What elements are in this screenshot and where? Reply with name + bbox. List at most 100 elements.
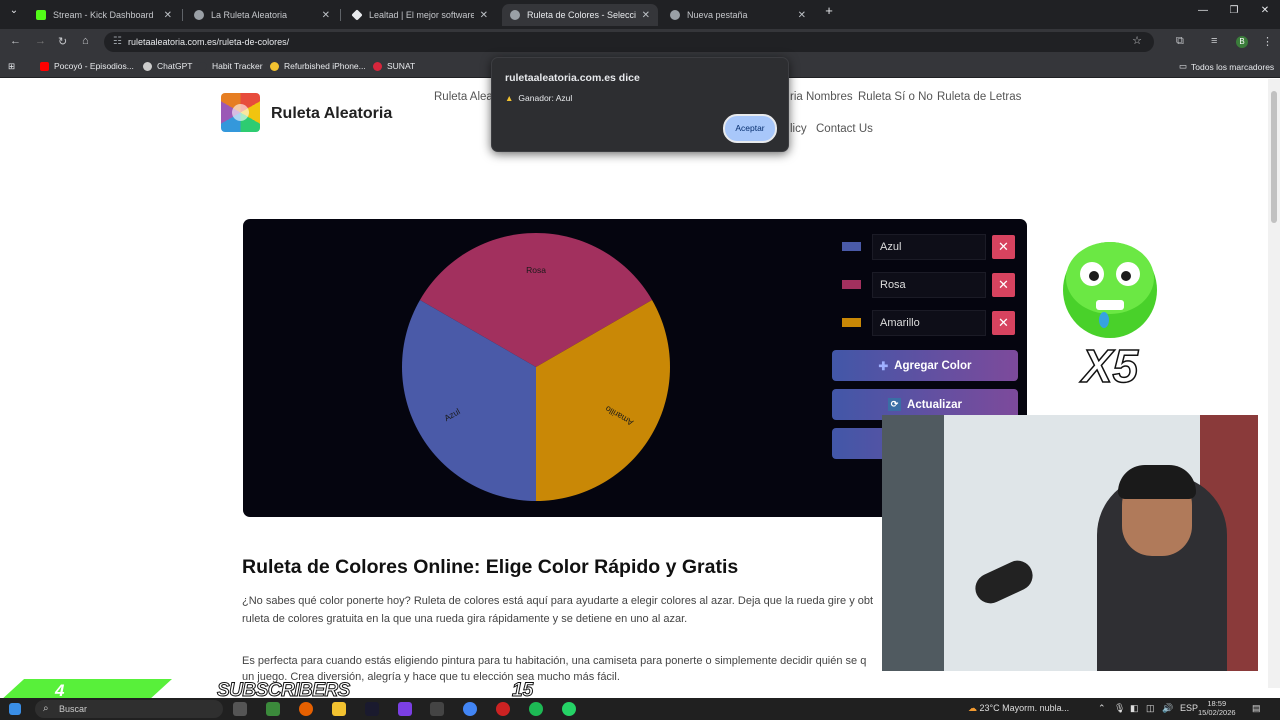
maximize-button[interactable]: ❐ — [1222, 5, 1246, 16]
tray-chevron-icon[interactable]: ⌃ — [1098, 703, 1106, 714]
color-name-input[interactable] — [872, 272, 986, 298]
nav-link-policy[interactable]: licy — [790, 123, 807, 135]
home-icon[interactable]: ⌂ — [82, 35, 89, 47]
nav-link-ruleta-si-no[interactable]: Ruleta Sí o No — [858, 91, 933, 103]
tab-lealtad[interactable]: Lealtad | El mejor software par ✕ — [344, 4, 496, 26]
media-icon[interactable]: ≡ — [1211, 35, 1217, 47]
page-scrollbar[interactable] — [1268, 79, 1280, 688]
tab-search-icon[interactable]: ⌄ — [2, 5, 26, 16]
weather-icon: ☁ — [968, 703, 977, 713]
close-icon[interactable]: ✕ — [322, 10, 330, 21]
scrollbar-thumb[interactable] — [1271, 91, 1277, 223]
bookmark-habit-tracker[interactable]: Habit Tracker — [198, 61, 263, 71]
close-icon[interactable]: ✕ — [164, 10, 172, 21]
forward-icon[interactable]: → — [35, 35, 46, 47]
article-title: Ruleta de Colores Online: Elige Color Rá… — [242, 556, 739, 578]
webcam-door — [882, 415, 944, 671]
extensions-icon[interactable]: ⧉ — [1176, 35, 1184, 48]
sunat-icon — [373, 61, 382, 71]
clock-date: 15/02/2026 — [1198, 708, 1236, 717]
dialog-message-text: Ganador: Azul — [518, 93, 573, 103]
all-bookmarks-label: Todos los marcadores — [1191, 61, 1275, 72]
color-name-input[interactable] — [872, 234, 986, 260]
volume-icon[interactable]: 🔊 — [1162, 703, 1173, 714]
network-icon[interactable]: ◫ — [1146, 703, 1155, 714]
nav-link-ruleta-letras[interactable]: Ruleta de Letras — [937, 91, 1021, 103]
discord-icon[interactable] — [398, 702, 412, 716]
remove-color-button[interactable]: ✕ — [992, 311, 1015, 335]
weather-text: 23°C Mayorm. nubla... — [979, 703, 1070, 713]
task-view-icon[interactable] — [233, 702, 247, 716]
bookmark-label: Habit Tracker — [212, 61, 263, 71]
file-explorer-icon[interactable] — [332, 702, 346, 716]
alert-dialog: ruletaaleatoria.com.es dice ▲ Ganador: Az… — [491, 57, 789, 152]
new-tab-button[interactable]: + — [817, 3, 841, 18]
chrome-icon[interactable] — [463, 702, 477, 716]
remove-color-button[interactable]: ✕ — [992, 273, 1015, 297]
accept-button[interactable]: Aceptar — [723, 114, 777, 143]
apps-grid-icon[interactable]: ⊞ — [8, 61, 15, 72]
whatsapp-icon[interactable] — [562, 702, 576, 716]
tab-title: Stream - Kick Dashboard — [53, 10, 154, 20]
close-icon[interactable]: ✕ — [798, 10, 806, 21]
bookmark-label: Refurbished iPhone... — [284, 61, 366, 71]
bookmark-refurbished[interactable]: Refurbished iPhone... — [270, 61, 366, 71]
remove-color-button[interactable]: ✕ — [992, 235, 1015, 259]
minimize-button[interactable]: — — [1191, 5, 1215, 16]
back-icon[interactable]: ← — [10, 35, 21, 47]
tray-app-icon[interactable]: ◧ — [1130, 703, 1139, 714]
color-row-amarillo: ✕ — [842, 310, 1015, 336]
tab-nueva-pestana[interactable]: Nueva pestaña ✕ — [662, 4, 814, 26]
search-icon: ⌕ — [43, 703, 49, 714]
article-paragraph-1-line-1: ¿No sabes qué color ponerte hoy? Ruleta … — [242, 595, 874, 607]
windows-taskbar: ⌕ Buscar ☁ 23°C Mayorm. nubla... ⌃ 🎙 ◧ ◫… — [0, 698, 1280, 720]
bookmark-label: ChatGPT — [157, 61, 193, 71]
add-color-button[interactable]: ✚ Agregar Color — [832, 350, 1018, 381]
taskbar-clock[interactable]: 18:59 15/02/2026 — [1198, 699, 1236, 717]
color-name-input[interactable] — [872, 310, 986, 336]
folder-icon: ▭ — [1179, 61, 1188, 71]
color-row-rosa: ✕ — [842, 272, 1015, 298]
mascot-pupil-right — [1121, 271, 1131, 281]
webcam-feed — [882, 415, 1258, 671]
nav-link-ruleta-aleatoria[interactable]: Ruleta Alea — [434, 91, 493, 103]
tab-kick-dashboard[interactable]: Stream - Kick Dashboard ✕ — [28, 4, 180, 26]
close-window-button[interactable]: ✕ — [1253, 5, 1277, 16]
close-icon[interactable]: ✕ — [642, 10, 650, 21]
obs-icon[interactable] — [496, 702, 510, 716]
menu-icon[interactable]: ⋮ — [1262, 35, 1273, 48]
nav-link-ruleta-nombres[interactable]: ria Nombres — [790, 91, 853, 103]
language-indicator[interactable]: ESP — [1180, 703, 1198, 713]
all-bookmarks[interactable]: ▭ Todos los marcadores — [1179, 61, 1274, 72]
tab-ruleta-de-colores[interactable]: Ruleta de Colores - Selecciona ✕ — [502, 4, 658, 26]
reload-icon[interactable]: ↻ — [58, 35, 67, 48]
taskbar-search[interactable]: ⌕ Buscar — [35, 700, 223, 718]
profile-avatar[interactable]: B — [1236, 36, 1248, 48]
windows-start-icon[interactable] — [9, 703, 21, 715]
bookmark-chatgpt[interactable]: ChatGPT — [143, 61, 192, 71]
close-icon[interactable]: ✕ — [480, 10, 488, 21]
nav-link-contact[interactable]: Contact Us — [816, 123, 873, 135]
color-swatch — [842, 280, 861, 289]
microphone-icon[interactable]: 🎙 — [1114, 703, 1125, 714]
notifications-icon[interactable]: ▤ — [1252, 703, 1261, 714]
bookmark-label: SUNAT — [387, 61, 416, 71]
site-info-icon[interactable]: ☷ — [113, 36, 122, 47]
youtube-icon — [40, 61, 49, 71]
globe-icon — [194, 10, 204, 20]
bookmark-sunat[interactable]: SUNAT — [373, 61, 415, 71]
app-icon[interactable] — [365, 702, 379, 716]
firefox-icon[interactable] — [299, 702, 313, 716]
weather-widget[interactable]: ☁ 23°C Mayorm. nubla... — [968, 703, 1069, 714]
mascot-teeth — [1096, 300, 1124, 310]
bookmark-pocoyo[interactable]: Pocoyó - Episodios... — [40, 61, 134, 71]
minecraft-icon[interactable] — [266, 702, 280, 716]
bookmark-star-icon[interactable]: ☆ — [1132, 34, 1142, 47]
mail-icon[interactable] — [430, 702, 444, 716]
taskbar-search-label: Buscar — [59, 704, 88, 714]
site-logo[interactable] — [221, 93, 260, 132]
url-field[interactable]: ☷ ruletaaleatoria.com.es/ruleta-de-color… — [104, 32, 1154, 52]
site-brand[interactable]: Ruleta Aleatoria — [271, 105, 392, 123]
tab-la-ruleta-aleatoria[interactable]: La Ruleta Aleatoria ✕ — [186, 4, 338, 26]
spotify-icon[interactable] — [529, 702, 543, 716]
